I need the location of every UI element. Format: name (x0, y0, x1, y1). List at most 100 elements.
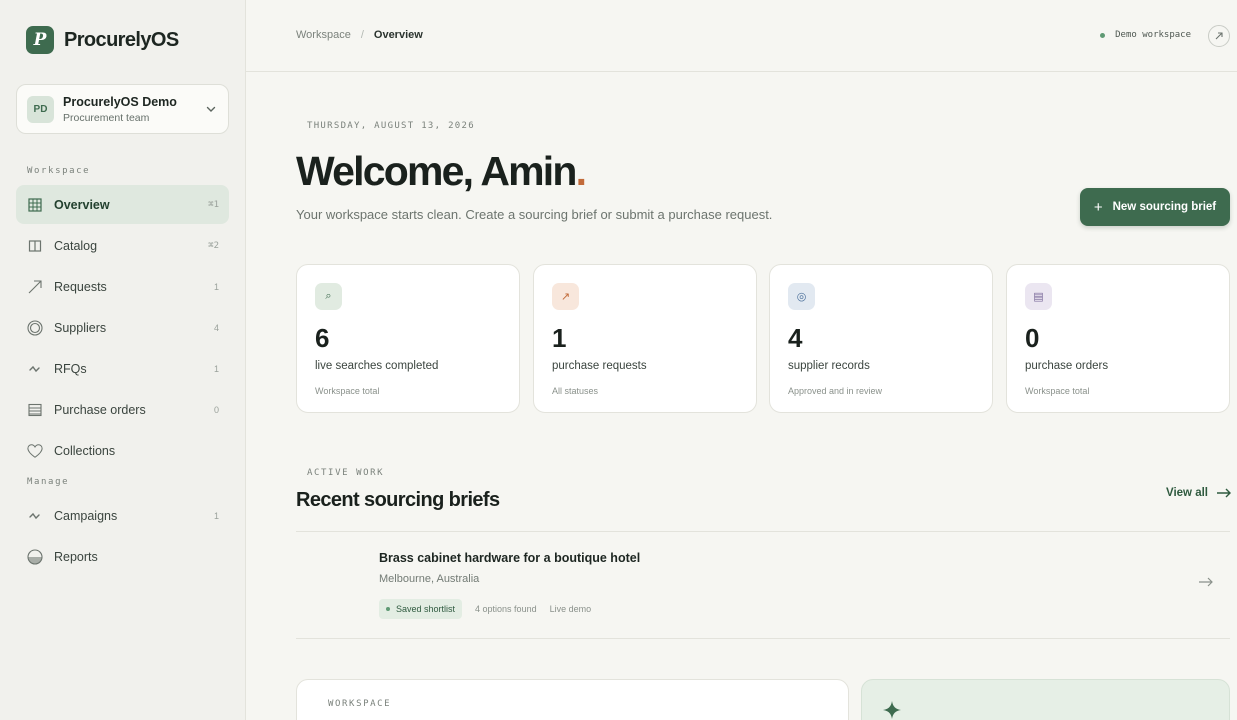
status-dot (386, 607, 390, 611)
target-icon: ◎ (788, 283, 815, 310)
stat-label: live searches completed (315, 360, 439, 372)
status-badge: Saved shortlist (379, 599, 463, 619)
sidebar-item-catalog[interactable]: Catalog ⌘2 (16, 226, 229, 265)
view-all-label: View all (1166, 487, 1208, 499)
sidebar-section-workspace: Workspace (27, 166, 91, 176)
count-badge: 1 (213, 281, 219, 292)
top-bar: Workspace / Overview Demo workspace (246, 0, 1237, 72)
stat-caption: Workspace total (1025, 386, 1090, 396)
sidebar-section-manage: Manage (27, 477, 70, 487)
arrow-up-right-icon: ↗ (552, 283, 579, 310)
sidebar-item-suppliers[interactable]: Suppliers 4 (16, 308, 229, 347)
card-eyebrow: WORKSPACE (328, 699, 392, 709)
breadcrumb-separator: / (360, 29, 364, 41)
divider (296, 638, 1230, 639)
stat-value: 0 (1025, 323, 1040, 353)
mode-label: Live demo (549, 604, 592, 614)
brand-name: ProcurelyOS (64, 28, 179, 51)
breadcrumb-current: Overview (373, 29, 423, 41)
heart-icon (27, 443, 43, 459)
stat-value: 1 (552, 323, 567, 353)
stat-card-live-searches[interactable]: ⌕ 6 live searches completed Workspace to… (296, 264, 520, 413)
stat-value: 4 (788, 323, 803, 353)
new-sourcing-brief-label: New sourcing brief (1112, 201, 1217, 213)
sidebar-item-requests[interactable]: Requests 1 (16, 267, 229, 306)
half-circle-icon (27, 548, 43, 565)
brand[interactable]: P ProcurelyOS (26, 26, 179, 54)
sidebar-item-campaigns[interactable]: Campaigns 1 (16, 496, 229, 535)
stat-caption: All statuses (552, 386, 599, 396)
count-badge: 0 (213, 404, 219, 415)
search-icon: ⌕ (315, 283, 342, 310)
stat-card-purchase-orders[interactable]: ▤ 0 purchase orders Workspace total (1006, 264, 1230, 413)
assistant-card[interactable] (861, 679, 1230, 720)
brand-logo: P (26, 26, 54, 54)
arrow-up-right-icon (1215, 32, 1223, 40)
sidebar-item-label: Overview (54, 197, 110, 212)
divider (296, 531, 1230, 532)
sidebar-item-label: Suppliers (54, 320, 107, 335)
list-icon: ▤ (1025, 283, 1052, 310)
chevron-down-icon (206, 106, 216, 112)
sidebar-item-reports[interactable]: Reports (16, 537, 229, 576)
shortcut-hint: ⌘2 (208, 240, 219, 251)
sidebar-item-overview[interactable]: Overview ⌘1 (16, 185, 229, 224)
arrow-right-icon (1216, 488, 1231, 498)
demo-workspace-indicator: Demo workspace (1100, 30, 1191, 40)
welcome-text: Welcome, Amin (296, 148, 577, 194)
stat-caption: Workspace total (315, 386, 380, 396)
stat-label: purchase requests (552, 360, 647, 372)
arrow-right-icon[interactable] (1198, 577, 1214, 587)
stat-card-supplier-records[interactable]: ◎ 4 supplier records Approved and in rev… (769, 264, 993, 413)
sidebar-item-rfqs[interactable]: RFQs 1 (16, 349, 229, 388)
stat-label: supplier records (788, 360, 870, 372)
welcome-accent-dot: . (575, 148, 587, 194)
pulse-icon (27, 361, 43, 377)
sidebar-item-label: Purchase orders (54, 402, 146, 417)
workspace-team: Procurement team (63, 111, 150, 124)
sparkle-icon (883, 701, 901, 719)
sidebar-item-label: Requests (54, 279, 107, 294)
workspace-avatar: PD (27, 95, 54, 123)
workspace-switcher[interactable]: PD ProcurelyOS Demo Procurement team (16, 84, 229, 134)
demo-workspace-label: Demo workspace (1115, 30, 1191, 40)
stat-value: 6 (315, 323, 330, 353)
arrow-up-right-icon (27, 279, 43, 295)
breadcrumb-workspace-link[interactable]: Workspace (296, 29, 351, 41)
status-dot (1100, 32, 1106, 38)
grid-icon (27, 197, 43, 213)
count-badge: 1 (213, 510, 219, 521)
pulse-icon (27, 508, 43, 524)
section-title: Recent sourcing briefs (296, 489, 500, 511)
book-icon (27, 238, 43, 254)
stat-caption: Approved and in review (788, 386, 883, 396)
section-eyebrow: ACTIVE WORK (307, 468, 385, 478)
stat-label: purchase orders (1025, 360, 1109, 372)
sidebar-item-label: RFQs (54, 361, 87, 376)
sidebar-item-label: Reports (54, 549, 98, 564)
list-icon (27, 402, 43, 418)
breadcrumb: Workspace / Overview (296, 29, 423, 41)
brief-title: Brass cabinet hardware for a boutique ho… (379, 551, 641, 565)
count-badge: 4 (213, 322, 219, 333)
external-link-button[interactable] (1208, 25, 1230, 47)
sidebar-item-collections[interactable]: Collections (16, 431, 229, 470)
count-badge: 1 (213, 363, 219, 374)
current-date: THURSDAY, AUGUST 13, 2026 (307, 121, 475, 131)
brief-meta: Saved shortlist 4 options found Live dem… (379, 599, 591, 619)
new-sourcing-brief-button[interactable]: + New sourcing brief (1080, 188, 1230, 226)
workspace-card: WORKSPACE (296, 679, 849, 720)
sidebar: P ProcurelyOS PD ProcurelyOS Demo Procur… (0, 0, 246, 720)
sidebar-item-label: Catalog (54, 238, 98, 253)
options-count: 4 options found (475, 604, 537, 614)
stat-card-purchase-requests[interactable]: ↗ 1 purchase requests All statuses (533, 264, 757, 413)
sidebar-item-purchase-orders[interactable]: Purchase orders 0 (16, 390, 229, 429)
shortcut-hint: ⌘1 (208, 199, 219, 210)
page-title: Welcome, Amin. (296, 148, 587, 195)
sidebar-item-label: Campaigns (54, 508, 118, 523)
status-badge-label: Saved shortlist (396, 604, 456, 614)
brief-location: Melbourne, Australia (379, 573, 480, 585)
view-all-link[interactable]: View all (1166, 487, 1232, 499)
plus-icon: + (1093, 198, 1103, 216)
sidebar-item-label: Collections (54, 443, 116, 458)
